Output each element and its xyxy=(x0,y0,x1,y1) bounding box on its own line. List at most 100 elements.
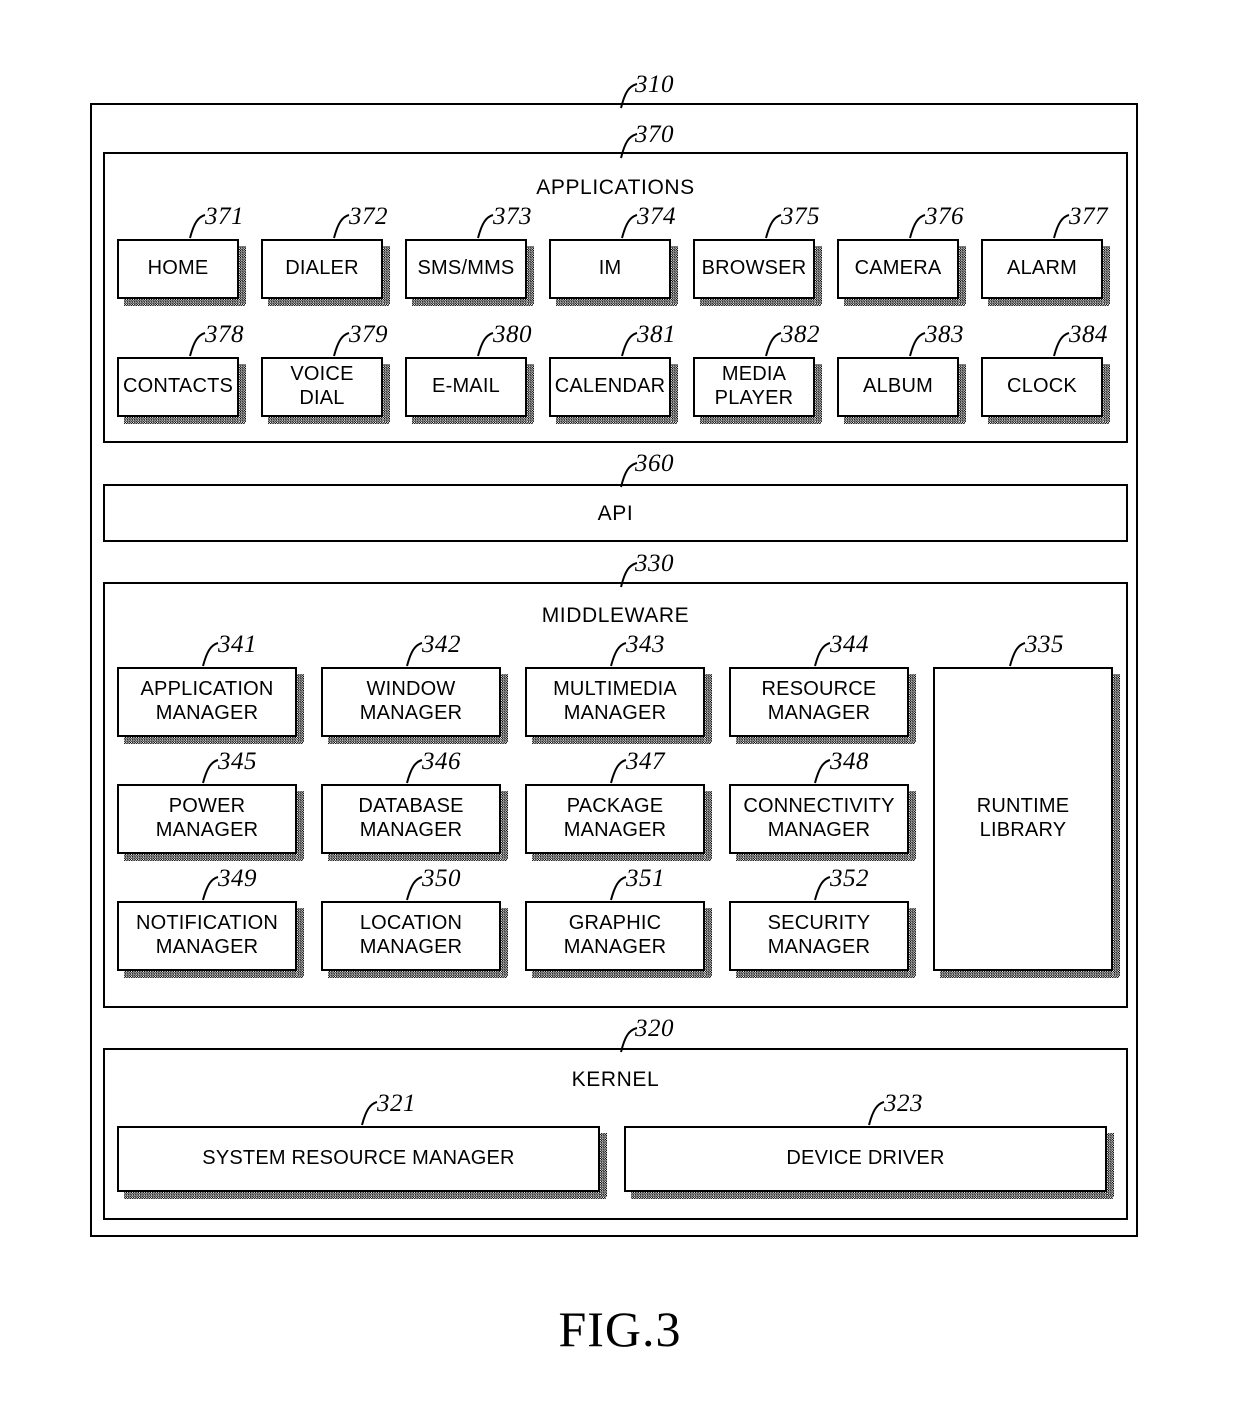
figure-canvas: 310 370 APPLICATIONS HOME DIALER SMS/MMS… xyxy=(0,0,1240,1421)
applications-layer: APPLICATIONS HOME DIALER SMS/MMS IM BROW… xyxy=(103,152,1128,443)
reference-numeral-376: 376 xyxy=(909,204,964,239)
reference-numeral-341: 341 xyxy=(202,632,257,667)
middleware-label-database-manager: DATABASE MANAGER xyxy=(358,795,464,841)
reference-numeral-335: 335 xyxy=(1009,632,1064,667)
app-box-media-player[interactable]: MEDIA PLAYER xyxy=(693,357,822,424)
app-label-camera: CAMERA xyxy=(854,257,942,280)
reference-numeral-375: 375 xyxy=(765,204,820,239)
middleware-label-notification-manager: NOTIFICATION MANAGER xyxy=(135,912,279,958)
app-label-im: IM xyxy=(598,257,622,280)
reference-numeral-345: 345 xyxy=(202,749,257,784)
kernel-layer: KERNEL SYSTEM RESOURCE MANAGER DEVICE DR… xyxy=(103,1048,1128,1220)
app-label-sms-mms: SMS/MMS xyxy=(417,257,515,280)
middleware-box-application-manager[interactable]: APPLICATION MANAGER xyxy=(117,667,304,744)
middleware-box-window-manager[interactable]: WINDOW MANAGER xyxy=(321,667,508,744)
app-label-album: ALBUM xyxy=(863,375,933,398)
reference-numeral-382: 382 xyxy=(765,322,820,357)
app-box-camera[interactable]: CAMERA xyxy=(837,239,966,306)
reference-numeral-374: 374 xyxy=(621,204,676,239)
middleware-label-power-manager: POWER MANAGER xyxy=(155,795,259,841)
reference-numeral-320: 320 xyxy=(620,1016,674,1053)
reference-numeral-384: 384 xyxy=(1053,322,1108,357)
app-box-album[interactable]: ALBUM xyxy=(837,357,966,424)
middleware-box-power-manager[interactable]: POWER MANAGER xyxy=(117,784,304,861)
middleware-box-runtime-library[interactable]: RUNTIME LIBRARY xyxy=(933,667,1120,978)
app-label-home: HOME xyxy=(147,257,209,280)
middleware-label-window-manager: WINDOW MANAGER xyxy=(359,678,463,724)
middleware-label-graphic-manager: GRAPHIC MANAGER xyxy=(563,912,667,958)
reference-numeral-348: 348 xyxy=(814,749,869,784)
middleware-box-resource-manager[interactable]: RESOURCE MANAGER xyxy=(729,667,916,744)
middleware-box-package-manager[interactable]: PACKAGE MANAGER xyxy=(525,784,712,861)
app-box-sms-mms[interactable]: SMS/MMS xyxy=(405,239,534,306)
app-label-calendar: CALENDAR xyxy=(554,375,666,398)
kernel-title: KERNEL xyxy=(571,1068,660,1091)
kernel-box-system-resource-manager[interactable]: SYSTEM RESOURCE MANAGER xyxy=(117,1126,607,1199)
reference-numeral-352: 352 xyxy=(814,866,869,901)
app-box-clock[interactable]: CLOCK xyxy=(981,357,1110,424)
reference-numeral-380: 380 xyxy=(477,322,532,357)
middleware-box-connectivity-manager[interactable]: CONNECTIVITY MANAGER xyxy=(729,784,916,861)
reference-numeral-350: 350 xyxy=(406,866,461,901)
middleware-title: MIDDLEWARE xyxy=(541,604,690,627)
app-box-email[interactable]: E-MAIL xyxy=(405,357,534,424)
app-label-contacts: CONTACTS xyxy=(122,375,234,398)
app-label-alarm: ALARM xyxy=(1007,257,1077,280)
reference-numeral-377: 377 xyxy=(1053,204,1108,239)
middleware-box-database-manager[interactable]: DATABASE MANAGER xyxy=(321,784,508,861)
reference-numeral-383: 383 xyxy=(909,322,964,357)
reference-numeral-378: 378 xyxy=(189,322,244,357)
app-box-voice-dial[interactable]: VOICE DIAL xyxy=(261,357,390,424)
kernel-box-device-driver[interactable]: DEVICE DRIVER xyxy=(624,1126,1114,1199)
app-label-media-player: MEDIA PLAYER xyxy=(714,363,794,409)
api-title: API xyxy=(597,502,634,525)
middleware-box-notification-manager[interactable]: NOTIFICATION MANAGER xyxy=(117,901,304,978)
middleware-label-package-manager: PACKAGE MANAGER xyxy=(563,795,667,841)
reference-numeral-370: 370 xyxy=(620,122,674,159)
middleware-label-connectivity-manager: CONNECTIVITY MANAGER xyxy=(743,795,895,841)
middleware-box-graphic-manager[interactable]: GRAPHIC MANAGER xyxy=(525,901,712,978)
reference-numeral-371: 371 xyxy=(189,204,244,239)
reference-numeral-330: 330 xyxy=(620,551,674,588)
kernel-label-system-resource-manager: SYSTEM RESOURCE MANAGER xyxy=(202,1147,515,1170)
reference-numeral-323: 323 xyxy=(868,1091,923,1126)
app-label-clock: CLOCK xyxy=(1007,375,1077,398)
middleware-box-security-manager[interactable]: SECURITY MANAGER xyxy=(729,901,916,978)
middleware-box-multimedia-manager[interactable]: MULTIMEDIA MANAGER xyxy=(525,667,712,744)
reference-numeral-347: 347 xyxy=(610,749,665,784)
app-box-alarm[interactable]: ALARM xyxy=(981,239,1110,306)
middleware-label-runtime-library: RUNTIME LIBRARY xyxy=(976,795,1070,841)
app-box-im[interactable]: IM xyxy=(549,239,678,306)
reference-numeral-381: 381 xyxy=(621,322,676,357)
reference-numeral-351: 351 xyxy=(610,866,665,901)
reference-numeral-342: 342 xyxy=(406,632,461,667)
app-label-voice-dial: VOICE DIAL xyxy=(290,363,354,409)
app-label-browser: BROWSER xyxy=(701,257,807,280)
middleware-layer: MIDDLEWARE APPLICATION MANAGER WINDOW MA… xyxy=(103,582,1128,1008)
kernel-label-device-driver: DEVICE DRIVER xyxy=(786,1147,945,1170)
app-box-dialer[interactable]: DIALER xyxy=(261,239,390,306)
applications-title: APPLICATIONS xyxy=(536,176,695,199)
reference-numeral-321: 321 xyxy=(361,1091,416,1126)
figure-caption: FIG.3 xyxy=(558,1301,682,1357)
middleware-box-location-manager[interactable]: LOCATION MANAGER xyxy=(321,901,508,978)
reference-numeral-343: 343 xyxy=(610,632,665,667)
middleware-label-application-manager: APPLICATION MANAGER xyxy=(140,678,274,724)
app-label-email: E-MAIL xyxy=(432,375,500,398)
app-box-browser[interactable]: BROWSER xyxy=(693,239,822,306)
reference-numeral-344: 344 xyxy=(814,632,869,667)
reference-numeral-349: 349 xyxy=(202,866,257,901)
app-box-contacts[interactable]: CONTACTS xyxy=(117,357,246,424)
reference-numeral-379: 379 xyxy=(333,322,388,357)
reference-numeral-373: 373 xyxy=(477,204,532,239)
middleware-label-multimedia-manager: MULTIMEDIA MANAGER xyxy=(553,678,677,724)
reference-numeral-310: 310 xyxy=(620,72,674,109)
reference-numeral-372: 372 xyxy=(333,204,388,239)
reference-numeral-360: 360 xyxy=(620,451,674,488)
app-box-calendar[interactable]: CALENDAR xyxy=(549,357,678,424)
app-label-dialer: DIALER xyxy=(285,257,359,280)
reference-numeral-346: 346 xyxy=(406,749,461,784)
middleware-label-resource-manager: RESOURCE MANAGER xyxy=(761,678,877,724)
api-layer: API xyxy=(103,484,1128,542)
app-box-home[interactable]: HOME xyxy=(117,239,246,306)
